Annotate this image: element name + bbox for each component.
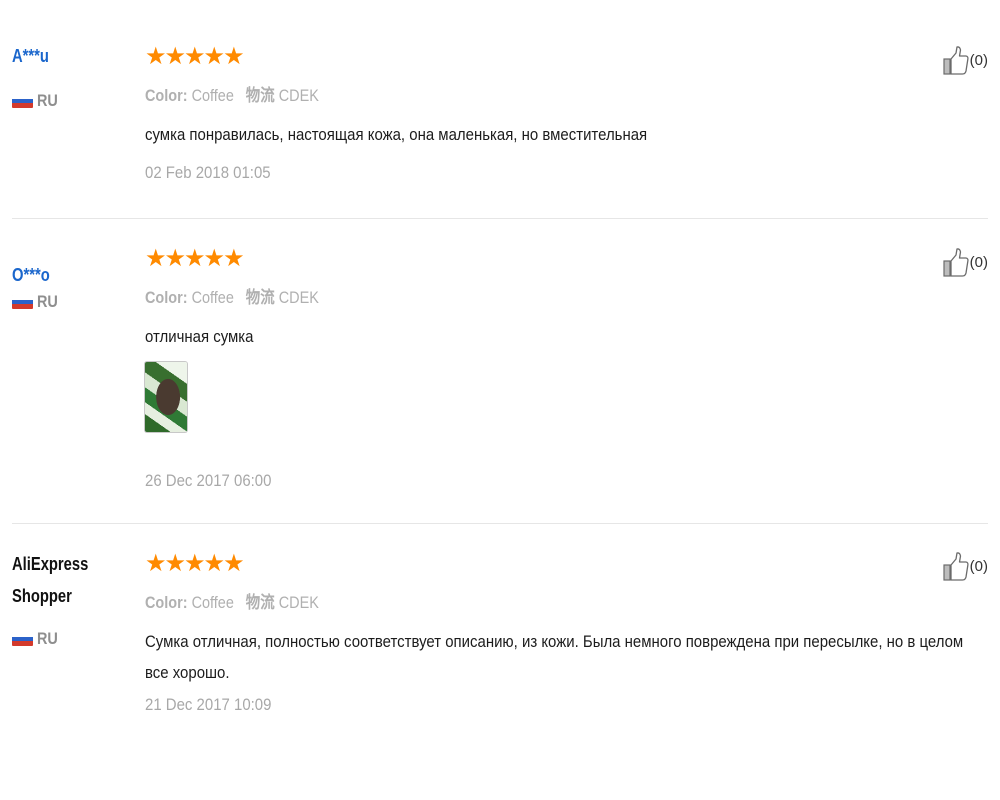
shipping-label: 物流 bbox=[245, 86, 275, 105]
helpful-count: (0) bbox=[969, 253, 988, 271]
helpful-button[interactable]: (0) bbox=[943, 551, 988, 581]
color-label: Color: bbox=[145, 86, 188, 105]
thumbs-up-icon bbox=[943, 552, 969, 581]
reviewer-country: RU bbox=[12, 629, 62, 649]
helpful-count: (0) bbox=[969, 51, 988, 69]
star-rating: ★★★★★ bbox=[145, 245, 245, 272]
review-body: ★★★★★ Color: Coffee 物流 CDEK Сумка отлична… bbox=[145, 552, 965, 716]
review-text: сумка понравилась, настоящая кожа, она м… bbox=[145, 125, 648, 144]
color-label: Color: bbox=[145, 593, 188, 612]
review-item: AliExpress Shopper RU ★★★★★ Color: Coffe… bbox=[12, 524, 988, 784]
reviewer-country: RU bbox=[12, 292, 62, 312]
shipping-value: CDEK bbox=[278, 86, 319, 105]
review-item: O***o RU ★★★★★ Color: Coffee 物流 CDEK отли… bbox=[12, 219, 988, 524]
country-code: RU bbox=[37, 292, 58, 311]
thumbs-up-icon bbox=[943, 46, 969, 75]
review-photo-thumbnail[interactable] bbox=[145, 362, 187, 432]
review-text: Сумка отличная, полностью соответствует … bbox=[145, 632, 964, 682]
russia-flag-icon bbox=[12, 94, 33, 108]
reviewer-country: RU bbox=[12, 91, 62, 111]
russia-flag-icon bbox=[12, 295, 33, 309]
country-code: RU bbox=[37, 91, 58, 110]
order-info: Color: Coffee 物流 CDEK bbox=[145, 592, 842, 614]
review-body: ★★★★★ Color: Coffee 物流 CDEK отличная сумк… bbox=[145, 247, 965, 492]
reviewer-name-link[interactable]: O***o bbox=[12, 259, 102, 291]
color-value: Coffee bbox=[191, 288, 234, 307]
reviewer-name-link[interactable]: AliExpress Shopper bbox=[12, 548, 94, 612]
color-label: Color: bbox=[145, 288, 188, 307]
star-rating: ★★★★★ bbox=[145, 43, 245, 70]
country-code: RU bbox=[37, 629, 58, 648]
color-value: Coffee bbox=[191, 86, 234, 105]
review-text: отличная сумка bbox=[145, 327, 254, 346]
helpful-count: (0) bbox=[969, 557, 988, 575]
shipping-label: 物流 bbox=[245, 288, 275, 307]
helpful-button[interactable]: (0) bbox=[943, 45, 988, 75]
review-item: A***u RU ★★★★★ Color: Coffee 物流 CDEK сумк… bbox=[12, 0, 988, 219]
shipping-value: CDEK bbox=[278, 593, 319, 612]
reviewer-name-link[interactable]: A***u bbox=[12, 40, 102, 72]
feedback-list: A***u RU ★★★★★ Color: Coffee 物流 CDEK сумк… bbox=[12, 0, 988, 784]
review-date: 21 Dec 2017 10:09 bbox=[145, 695, 272, 714]
thumbs-up-icon bbox=[943, 248, 969, 277]
russia-flag-icon bbox=[12, 632, 33, 646]
shipping-label: 物流 bbox=[245, 593, 275, 612]
review-date: 02 Feb 2018 01:05 bbox=[145, 163, 271, 182]
color-value: Coffee bbox=[191, 593, 234, 612]
helpful-button[interactable]: (0) bbox=[943, 247, 988, 277]
order-info: Color: Coffee 物流 CDEK bbox=[145, 287, 842, 309]
review-date: 26 Dec 2017 06:00 bbox=[145, 471, 272, 490]
order-info: Color: Coffee 物流 CDEK bbox=[145, 85, 842, 107]
shipping-value: CDEK bbox=[278, 288, 319, 307]
star-rating: ★★★★★ bbox=[145, 550, 245, 577]
review-body: ★★★★★ Color: Coffee 物流 CDEK сумка понрави… bbox=[145, 45, 965, 184]
